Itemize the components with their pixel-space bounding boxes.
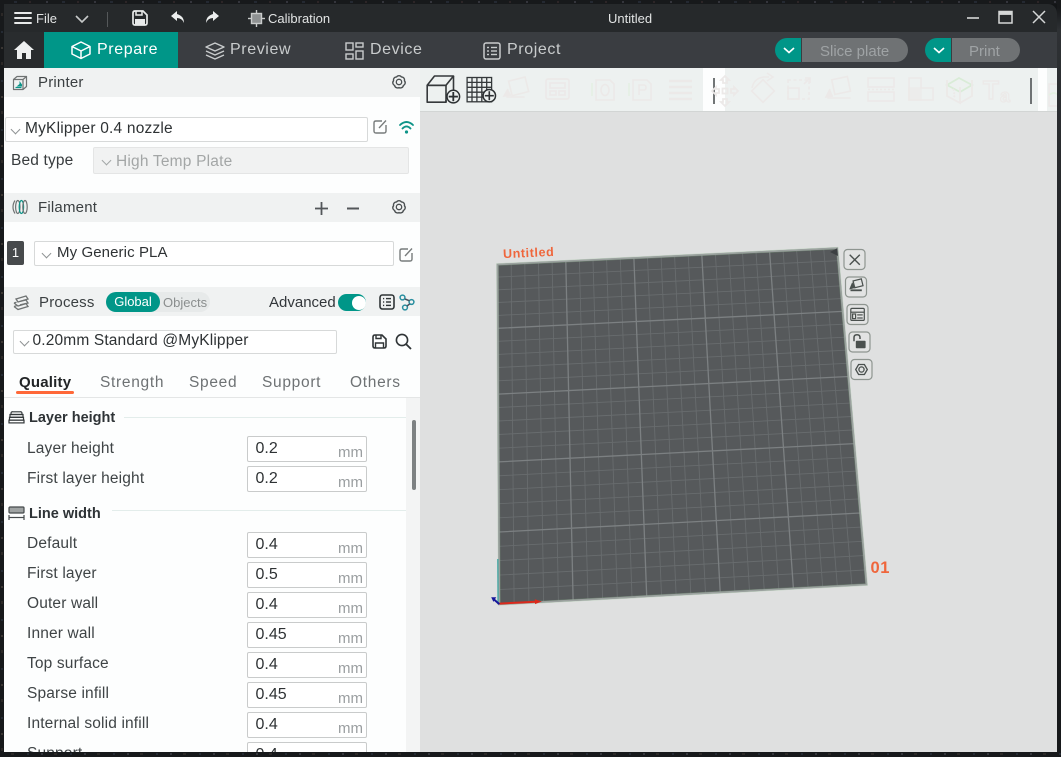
svg-text:a: a — [1000, 86, 1011, 106]
svg-text:T: T — [983, 75, 999, 105]
